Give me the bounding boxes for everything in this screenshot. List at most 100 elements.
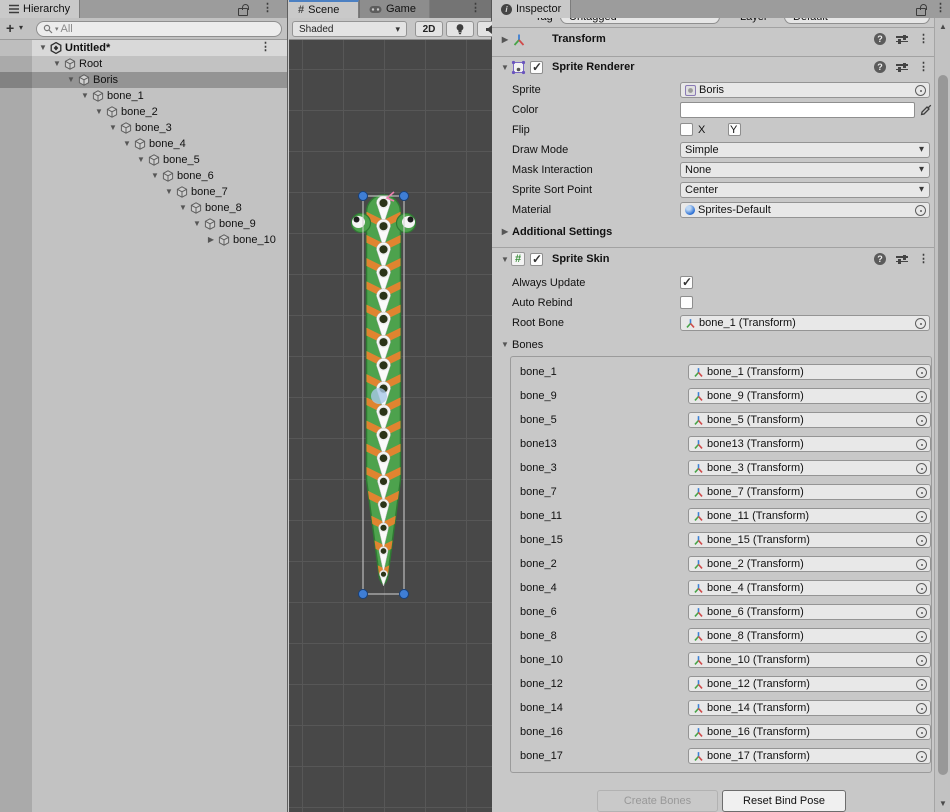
foldout-arrow-icon[interactable] (38, 40, 48, 56)
sprite-sort-point-dropdown[interactable]: Center (680, 182, 930, 198)
foldout-arrow-icon[interactable] (94, 104, 104, 120)
hierarchy-tree-item[interactable]: bone_7 ⋮ (0, 184, 287, 200)
object-picker-icon[interactable] (916, 511, 927, 522)
bone-transform-field[interactable]: bone_16 (Transform) (688, 724, 931, 740)
bone-transform-field[interactable]: bone_11 (Transform) (688, 508, 931, 524)
foldout-arrow-icon[interactable] (108, 120, 118, 136)
hierarchy-tree-item[interactable]: bone_3 ⋮ (0, 120, 287, 136)
hierarchy-tree-item[interactable]: Untitled* ⋮ (0, 40, 287, 56)
foldout-arrow-icon[interactable] (52, 56, 62, 72)
object-picker-icon[interactable] (915, 85, 926, 96)
object-picker-icon[interactable] (916, 607, 927, 618)
layer-dropdown[interactable]: Default (784, 18, 930, 24)
presets-icon[interactable] (896, 33, 908, 45)
hierarchy-tree-item[interactable]: bone_8 ⋮ (0, 200, 287, 216)
scene-menu-kebab-icon[interactable]: ⋮ (470, 3, 481, 14)
foldout-arrow-icon[interactable] (150, 168, 160, 184)
tab-hierarchy[interactable]: Hierarchy (0, 0, 80, 18)
foldout-arrow-icon[interactable] (206, 232, 216, 248)
help-icon[interactable]: ? (874, 61, 886, 73)
transform-component-header[interactable]: Transform ? ⋮ (492, 32, 934, 54)
bone-transform-field[interactable]: bone_1 (Transform) (688, 364, 931, 380)
hierarchy-tree-item[interactable]: Boris ⋮ (0, 72, 287, 88)
shading-mode-dropdown[interactable]: Shaded ▾ (292, 21, 407, 37)
bone-transform-field[interactable]: bone_17 (Transform) (688, 748, 931, 764)
sprite-skin-kebab-icon[interactable]: ⋮ (918, 254, 929, 265)
bones-foldout-row[interactable]: Bones (492, 337, 934, 353)
tab-game[interactable]: Game (360, 0, 430, 18)
create-object-button[interactable]: + (6, 20, 14, 36)
object-picker-icon[interactable] (916, 751, 927, 762)
scroll-up-arrow-icon[interactable]: ▲ (935, 22, 950, 31)
presets-icon[interactable] (896, 253, 908, 265)
scene-lighting-button[interactable] (446, 21, 474, 37)
bone-transform-field[interactable]: bone_3 (Transform) (688, 460, 931, 476)
hierarchy-tree-item[interactable]: bone_9 ⋮ (0, 216, 287, 232)
tag-dropdown[interactable]: Untagged (560, 18, 720, 24)
sprite-renderer-foldout-icon[interactable] (500, 60, 510, 76)
tab-inspector[interactable]: i Inspector (492, 0, 571, 18)
help-icon[interactable]: ? (874, 33, 886, 45)
bone-transform-field[interactable]: bone_9 (Transform) (688, 388, 931, 404)
bone-transform-field[interactable]: bone_4 (Transform) (688, 580, 931, 596)
sprite-skin-foldout-icon[interactable] (500, 252, 510, 268)
hierarchy-tree-item[interactable]: bone_6 ⋮ (0, 168, 287, 184)
hierarchy-tree-item[interactable]: bone_1 ⋮ (0, 88, 287, 104)
object-picker-icon[interactable] (916, 463, 927, 474)
bone-transform-field[interactable]: bone_7 (Transform) (688, 484, 931, 500)
transform-foldout-icon[interactable] (500, 32, 510, 48)
always-update-checkbox[interactable] (680, 276, 693, 289)
foldout-arrow-icon[interactable] (178, 200, 188, 216)
sprite-renderer-enabled-checkbox[interactable] (530, 61, 543, 74)
foldout-arrow-icon[interactable] (122, 136, 132, 152)
hierarchy-tree-item[interactable]: bone_4 ⋮ (0, 136, 287, 152)
flip-x-checkbox[interactable] (680, 123, 693, 136)
object-picker-icon[interactable] (916, 631, 927, 642)
create-object-caret-icon[interactable]: ▾ (19, 23, 23, 32)
help-icon[interactable]: ? (874, 253, 886, 265)
scroll-down-arrow-icon[interactable]: ▼ (935, 799, 950, 808)
hierarchy-menu-kebab-icon[interactable]: ⋮ (262, 3, 273, 14)
material-object-field[interactable]: Sprites-Default (680, 202, 930, 218)
object-picker-icon[interactable] (916, 439, 927, 450)
object-picker-icon[interactable] (916, 655, 927, 666)
object-picker-icon[interactable] (915, 318, 926, 329)
object-picker-icon[interactable] (916, 535, 927, 546)
hierarchy-tree-item[interactable]: Root ⋮ (0, 56, 287, 72)
foldout-arrow-icon[interactable] (192, 216, 202, 232)
bone-transform-field[interactable]: bone_10 (Transform) (688, 652, 931, 668)
bone-transform-field[interactable]: bone_6 (Transform) (688, 604, 931, 620)
bone-transform-field[interactable]: bone_12 (Transform) (688, 676, 931, 692)
foldout-arrow-icon[interactable] (164, 184, 174, 200)
hierarchy-search-input[interactable]: ▾ All (36, 21, 282, 37)
sprite-renderer-kebab-icon[interactable]: ⋮ (918, 62, 929, 73)
reset-bind-pose-button[interactable]: Reset Bind Pose (722, 790, 846, 812)
transform-kebab-icon[interactable]: ⋮ (918, 34, 929, 45)
bone-transform-field[interactable]: bone_2 (Transform) (688, 556, 931, 572)
foldout-arrow-icon[interactable] (66, 72, 76, 88)
sprite-skin-enabled-checkbox[interactable] (530, 253, 543, 266)
bone-transform-field[interactable]: bone_15 (Transform) (688, 532, 931, 548)
object-picker-icon[interactable] (916, 391, 927, 402)
object-picker-icon[interactable] (916, 727, 927, 738)
sprite-renderer-component-header[interactable]: Sprite Renderer ? ⋮ (492, 60, 934, 82)
object-picker-icon[interactable] (916, 367, 927, 378)
object-picker-icon[interactable] (916, 679, 927, 690)
inspector-menu-kebab-icon[interactable]: ⋮ (935, 3, 946, 14)
bone-transform-field[interactable]: bone_5 (Transform) (688, 412, 931, 428)
foldout-arrow-icon[interactable] (80, 88, 90, 104)
foldout-arrow-icon[interactable] (136, 152, 146, 168)
additional-settings-row[interactable]: Additional Settings (492, 224, 934, 240)
inspector-scrollbar[interactable]: ▲ ▼ (934, 18, 950, 812)
highlighted-bone-gizmo[interactable] (371, 388, 387, 404)
hierarchy-tree-item[interactable]: bone_5 ⋮ (0, 152, 287, 168)
object-picker-icon[interactable] (916, 415, 927, 426)
draw-mode-dropdown[interactable]: Simple (680, 142, 930, 158)
root-bone-object-field[interactable]: bone_1 (Transform) (680, 315, 930, 331)
sprite-object-field[interactable]: Boris (680, 82, 930, 98)
mask-interaction-dropdown[interactable]: None (680, 162, 930, 178)
create-bones-button[interactable]: Create Bones (597, 790, 718, 812)
bone-transform-field[interactable]: bone_14 (Transform) (688, 700, 931, 716)
bone-transform-field[interactable]: bone_8 (Transform) (688, 628, 931, 644)
object-picker-icon[interactable] (915, 205, 926, 216)
